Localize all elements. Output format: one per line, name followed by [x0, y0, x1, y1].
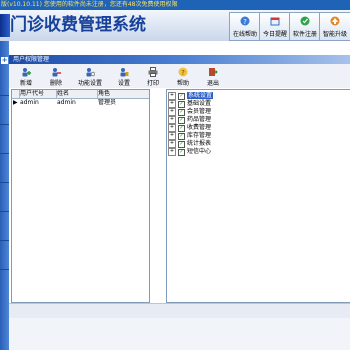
sidebar-toggle-button[interactable]: + — [1, 57, 8, 64]
add-user-icon — [22, 68, 31, 77]
help-icon: ? — [178, 67, 188, 77]
sidebar-tab[interactable] — [0, 125, 9, 154]
title-bar: 版(v10.10.11) 您使用的软件尚未注册，您还有48次免费使用权限 — [0, 0, 350, 10]
logo-cap — [0, 14, 10, 37]
software-register-label: 软件注册 — [292, 31, 317, 38]
tree-item-billing-management[interactable]: + ✓ 收费管理 — [168, 124, 211, 132]
app-header: 门诊收费管理系统 ? 在线帮助 今日提醒 软件注册 智能升级 — [0, 10, 350, 41]
tree-item-label: 短信中心 — [187, 148, 212, 155]
column-header-name[interactable]: 姓名 — [57, 90, 98, 98]
table-header: 用户代号 姓名 角色 — [12, 90, 149, 99]
delete-button[interactable]: 删除 — [45, 66, 67, 88]
bottom-bar — [9, 303, 350, 318]
tree-item-label: 药品管理 — [187, 116, 212, 123]
toolbar: 新增 删除 功能设置 设置 打印 ? 帮助 退出 — [9, 64, 350, 88]
upgrade-icon — [330, 16, 340, 26]
settings-button[interactable]: 设置 — [113, 66, 135, 88]
checkbox-icon[interactable]: ✓ — [178, 100, 185, 108]
delete-user-icon — [52, 68, 61, 77]
tree-item-inventory-management[interactable]: + ✓ 库存管理 — [168, 132, 211, 140]
sidebar-tab[interactable] — [0, 183, 9, 212]
tree-item-member-management[interactable]: + ✓ 会员管理 — [168, 108, 211, 116]
print-button[interactable]: 打印 — [142, 66, 164, 88]
online-help-label: 在线帮助 — [232, 31, 257, 38]
tree-item-label: 库存管理 — [187, 132, 212, 139]
function-settings-icon — [86, 68, 95, 77]
smart-upgrade-label: 智能升级 — [322, 31, 347, 38]
cell-user-code[interactable]: admin — [20, 99, 56, 107]
checkbox-icon[interactable]: ✓ — [178, 140, 185, 148]
tree-item-label: 会员管理 — [187, 108, 212, 115]
user-table[interactable]: 用户代号 姓名 角色 ▶ admin admin 管理员 — [11, 89, 150, 303]
panel-title: 用户权限管理 — [13, 56, 50, 63]
smart-upgrade-button[interactable]: 智能升级 — [319, 12, 350, 41]
today-reminder-label: 今日提醒 — [262, 31, 287, 38]
logo-text: 门诊收费管理系统 — [10, 15, 146, 35]
sidebar-tab[interactable] — [0, 154, 9, 183]
exit-button[interactable]: 退出 — [202, 66, 224, 88]
online-help-button[interactable]: ? 在线帮助 — [229, 12, 261, 41]
software-register-button[interactable]: 软件注册 — [289, 12, 321, 41]
column-header-user-code[interactable]: 用户代号 — [20, 90, 57, 98]
cell-role[interactable]: 管理员 — [98, 99, 148, 107]
help-label: 帮助 — [176, 80, 189, 87]
add-label: 新增 — [19, 80, 32, 87]
tree-item-system-settings[interactable]: + ✓ 系统设置 — [168, 92, 214, 100]
checkbox-icon[interactable]: ✓ — [178, 92, 185, 100]
add-button[interactable]: 新增 — [15, 66, 37, 88]
sidebar-tab[interactable] — [0, 241, 9, 270]
tree-item-drug-management[interactable]: + ✓ 药品管理 — [168, 116, 211, 124]
tree-item-basic-settings[interactable]: + ✓ 基础设置 — [168, 100, 211, 108]
title-bar-text: 版(v10.10.11) 您使用的软件尚未注册，您还有48次免费使用权限 — [1, 1, 178, 8]
app-logo: 门诊收费管理系统 — [0, 14, 160, 38]
sidebar-tab[interactable] — [0, 67, 9, 96]
table-row[interactable]: ▶ admin admin 管理员 — [12, 99, 149, 107]
checkbox-icon[interactable]: ✓ — [178, 108, 185, 116]
tree-item-label: 收费管理 — [187, 124, 212, 131]
expand-icon[interactable]: + — [168, 116, 176, 124]
expand-icon[interactable]: + — [168, 124, 176, 132]
function-settings-label: 功能设置 — [77, 80, 102, 87]
sidebar-tabs — [0, 67, 9, 270]
expand-icon[interactable]: + — [168, 140, 176, 148]
permission-tree[interactable]: + ✓ 系统设置 + ✓ 基础设置 + ✓ 会员管理 + ✓ 药品管理 + ✓ 收费管理 + ✓ 库存管… — [166, 89, 350, 303]
print-icon — [148, 67, 158, 77]
tree-item-label: 系统设置 — [187, 92, 214, 99]
status-bar — [9, 318, 350, 350]
expand-icon[interactable]: + — [168, 108, 176, 116]
tree-item-label: 统计报表 — [187, 140, 212, 147]
expand-icon[interactable]: + — [168, 92, 176, 100]
reminder-icon — [270, 17, 280, 26]
print-label: 打印 — [146, 80, 159, 87]
help-button[interactable]: ? 帮助 — [172, 66, 194, 88]
expand-icon[interactable]: + — [168, 100, 176, 108]
checkbox-icon[interactable]: ✓ — [178, 148, 185, 156]
function-settings-button[interactable]: 功能设置 — [78, 66, 102, 88]
tree-item-sms-center[interactable]: + ✓ 短信中心 — [168, 148, 211, 156]
svg-text:?: ? — [243, 18, 247, 26]
delete-label: 删除 — [49, 80, 62, 87]
exit-label: 退出 — [206, 80, 219, 87]
left-sidebar: + — [0, 41, 9, 350]
sidebar-tab[interactable] — [0, 212, 9, 241]
exit-icon — [209, 68, 218, 76]
row-indicator-header — [12, 90, 20, 98]
column-header-role[interactable]: 角色 — [98, 90, 148, 98]
tree-item-label: 基础设置 — [187, 100, 212, 107]
expand-icon[interactable]: + — [168, 132, 176, 140]
svg-text:?: ? — [181, 69, 185, 77]
tree-item-statistics-reports[interactable]: + ✓ 统计报表 — [168, 140, 211, 148]
cell-name[interactable]: admin — [57, 99, 97, 107]
expand-icon[interactable]: + — [168, 148, 176, 156]
settings-icon — [120, 68, 129, 77]
help-icon: ? — [240, 16, 250, 26]
checkbox-icon[interactable]: ✓ — [178, 132, 185, 140]
register-icon — [300, 16, 310, 26]
checkbox-icon[interactable]: ✓ — [178, 124, 185, 132]
panel-header: 用户权限管理 — [9, 55, 350, 64]
today-reminder-button[interactable]: 今日提醒 — [259, 12, 291, 41]
row-indicator: ▶ — [13, 99, 18, 106]
sidebar-tab[interactable] — [0, 96, 9, 125]
checkbox-icon[interactable]: ✓ — [178, 116, 185, 124]
